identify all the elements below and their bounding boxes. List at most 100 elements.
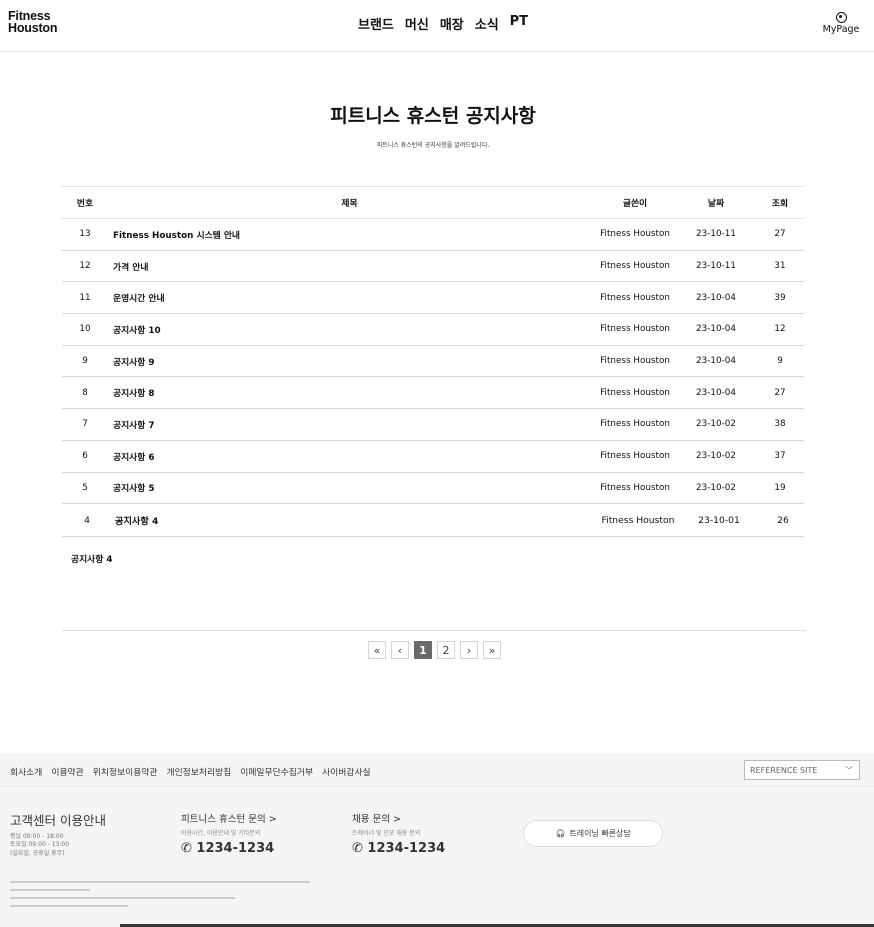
last-page-button[interactable]: » <box>483 641 501 659</box>
row-views: 38 <box>774 419 786 430</box>
recruit-inquiry-title[interactable]: 채용 문의 > <box>352 811 445 825</box>
quick-consult-label: 트레이닝 빠른상담 <box>569 829 631 838</box>
row-number: 8 <box>82 387 88 398</box>
footer-link-cyber-audit[interactable]: 사이버감사실 <box>322 765 371 778</box>
quick-consult-button[interactable]: 🎧︎ 트레이닝 빠른상담 <box>523 820 663 847</box>
row-subject[interactable]: 공지사항 4 <box>115 504 515 536</box>
row-subject[interactable]: 공지사항 7 <box>113 409 513 440</box>
footer-link-privacy[interactable]: 개인정보처리방침 <box>167 765 232 778</box>
row-date: 23-10-04 <box>696 356 736 367</box>
nav-brand[interactable]: 브랜드 <box>358 14 394 33</box>
table-row[interactable]: 7 공지사항 7 Fitness Houston 23-10-02 38 <box>62 409 804 441</box>
fitness-inquiry-title[interactable]: 피트니스 휴스턴 문의 > <box>181 811 277 825</box>
row-subject[interactable]: 운영시간 안내 <box>113 282 513 313</box>
row-author: Fitness Houston <box>600 229 670 240</box>
reference-site-select[interactable]: REFERENCE SITE ﹀ <box>744 760 860 780</box>
row-views: 27 <box>774 387 786 398</box>
nav-pt[interactable]: PT <box>510 14 528 33</box>
phone-icon: ✆ <box>181 841 197 856</box>
row-author: Fitness Houston <box>600 419 670 430</box>
table-row[interactable]: 11 운영시간 안내 Fitness Houston 23-10-04 39 <box>62 282 804 315</box>
notice-detail-content: 공지사항 4 <box>71 555 113 565</box>
site-header: Fitness Houston 브랜드 머신 매장 소식 PT MyPage <box>0 0 874 52</box>
table-row[interactable]: 13 Fitness Houston 시스템 안내 Fitness Housto… <box>62 219 804 251</box>
fitness-inquiry-sub: 이용시간, 이용안내 및 기타문의 <box>181 830 261 837</box>
page-button-1[interactable]: 1 <box>414 641 432 659</box>
main-nav: 브랜드 머신 매장 소식 PT <box>358 14 528 33</box>
row-views: 19 <box>774 482 786 493</box>
table-row-expanded[interactable]: 4 공지사항 4 Fitness Houston 23-10-01 26 <box>62 504 804 538</box>
row-number: 12 <box>79 261 91 272</box>
row-subject[interactable]: Fitness Houston 시스템 안내 <box>113 219 513 250</box>
row-subject[interactable]: 공지사항 9 <box>113 346 513 377</box>
row-subject[interactable]: 공지사항 5 <box>113 473 513 504</box>
footer-link-email-refusal[interactable]: 이메일무단수집거부 <box>240 765 313 778</box>
fitness-inquiry[interactable]: 피트니스 휴스턴 문의 > 이용시간, 이용안내 및 기타문의 ✆ 1234-1… <box>181 811 277 856</box>
row-number: 11 <box>79 292 91 303</box>
table-row[interactable]: 6 공지사항 6 Fitness Houston 23-10-02 37 <box>62 441 804 473</box>
prev-page-button[interactable]: ‹ <box>391 641 409 659</box>
chevron-down-icon: ﹀ <box>845 766 853 775</box>
table-row[interactable]: 5 공지사항 5 Fitness Houston 23-10-02 19 <box>62 473 804 505</box>
header-date: 날짜 <box>707 199 725 209</box>
row-date: 23-10-02 <box>696 451 736 462</box>
table-row[interactable]: 12 가격 안내 Fitness Houston 23-10-11 31 <box>62 251 804 283</box>
page-button-2[interactable]: 2 <box>437 641 455 659</box>
content-divider <box>62 630 806 631</box>
footer-legal-text <box>10 878 310 907</box>
footer-link-company[interactable]: 회사소개 <box>10 765 42 778</box>
row-subject[interactable]: 가격 안내 <box>113 251 513 282</box>
row-number: 6 <box>82 451 88 462</box>
nav-machine[interactable]: 머신 <box>405 14 429 33</box>
row-subject[interactable]: 공지사항 8 <box>113 377 513 408</box>
page-subtitle: 피트니스 휴스턴의 공지사항을 알려드립니다. <box>376 142 490 149</box>
customer-center-hours-weekday: 평일 09:00 - 18:00 <box>10 833 64 840</box>
nav-store[interactable]: 매장 <box>440 14 464 33</box>
nav-news[interactable]: 소식 <box>475 14 499 33</box>
site-logo[interactable]: Fitness Houston <box>8 10 58 35</box>
customer-center-closed: (일요일, 공휴일 휴무) <box>10 850 65 857</box>
row-date: 23-10-02 <box>696 482 736 493</box>
recruit-inquiry[interactable]: 채용 문의 > 트레이너 및 인포 채용 문의 ✆ 1234-1234 <box>352 811 445 856</box>
footer-link-terms[interactable]: 이용약관 <box>51 765 83 778</box>
row-subject[interactable]: 공지사항 10 <box>113 314 513 345</box>
header-views: 조회 <box>771 199 789 209</box>
fitness-inquiry-number: 1234-1234 <box>196 841 275 856</box>
reference-site-label: REFERENCE SITE <box>750 765 818 775</box>
header-subject: 제목 <box>341 199 358 209</box>
row-number: 13 <box>79 229 91 240</box>
row-number: 7 <box>82 419 88 430</box>
row-date: 23-10-01 <box>698 514 740 526</box>
footer-divider <box>0 786 874 787</box>
row-number: 10 <box>79 324 91 335</box>
first-page-button[interactable]: « <box>368 641 386 659</box>
row-date: 23-10-11 <box>696 229 736 240</box>
recruit-inquiry-number: 1234-1234 <box>367 841 446 856</box>
row-number: 4 <box>84 514 90 526</box>
row-author: Fitness Houston <box>601 514 675 526</box>
row-views: 31 <box>774 261 786 272</box>
row-subject[interactable]: 공지사항 6 <box>113 441 513 472</box>
row-author: Fitness Houston <box>600 387 670 398</box>
customer-center: 고객센터 이용안내 평일 09:00 - 18:00 토요일 09:00 - 1… <box>10 810 106 858</box>
site-footer: 회사소개 이용약관 위치정보이용약관 개인정보처리방침 이메일무단수집거부 사이… <box>0 753 874 927</box>
table-header: 번호 제목 글쓴이 날짜 조회 <box>62 186 804 219</box>
table-row[interactable]: 10 공지사항 10 Fitness Houston 23-10-04 12 <box>62 314 804 346</box>
pagination: « ‹ 1 2 › » <box>368 641 501 659</box>
row-author: Fitness Houston <box>600 356 670 367</box>
row-number: 5 <box>82 482 88 493</box>
row-date: 23-10-04 <box>696 324 736 335</box>
footer-link-location-terms[interactable]: 위치정보이용약관 <box>93 765 158 778</box>
table-row[interactable]: 9 공지사항 9 Fitness Houston 23-10-04 9 <box>62 346 804 378</box>
next-page-button[interactable]: › <box>460 641 478 659</box>
mypage-button[interactable]: MyPage <box>821 12 861 35</box>
row-date: 23-10-04 <box>696 292 736 303</box>
row-views: 27 <box>774 229 786 240</box>
page-title: 피트니스 휴스턴 공지사항 <box>330 105 536 127</box>
table-row[interactable]: 8 공지사항 8 Fitness Houston 23-10-04 27 <box>62 377 804 410</box>
row-views: 12 <box>774 324 786 335</box>
recruit-inquiry-phone: ✆ 1234-1234 <box>352 841 445 856</box>
logo-line-2: Houston <box>8 20 58 35</box>
row-author: Fitness Houston <box>600 261 670 272</box>
mypage-label: MyPage <box>822 24 860 35</box>
